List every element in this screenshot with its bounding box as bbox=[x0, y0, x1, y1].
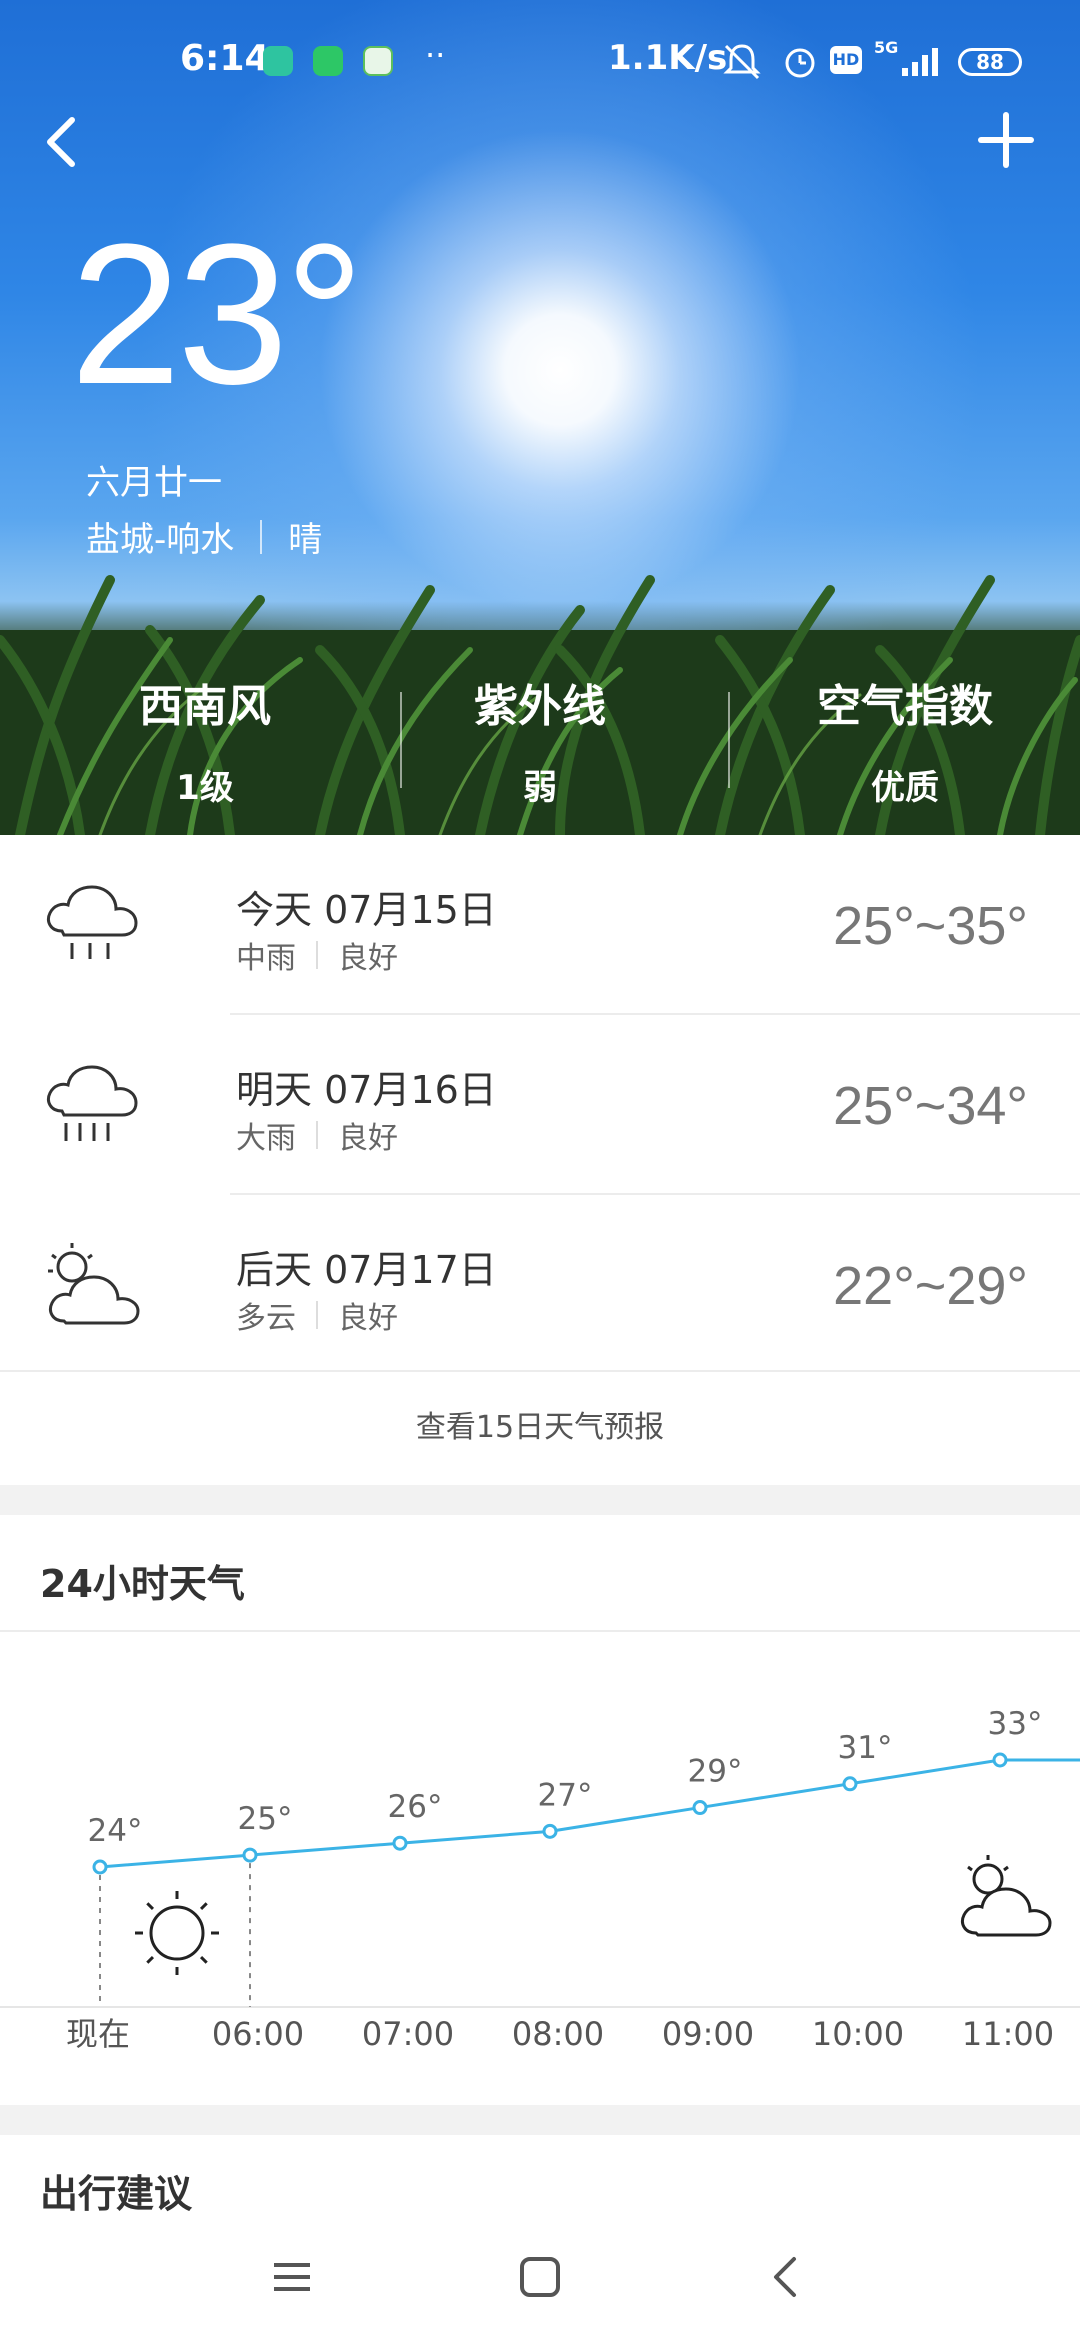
status-bar: 6:14 ·· 1.1K/s HD 5G 88 bbox=[0, 0, 1080, 120]
forecast-air: 良好 bbox=[338, 941, 398, 976]
signal-icon bbox=[900, 44, 944, 87]
forecast-date: 后天 07月17日 bbox=[236, 1248, 497, 1292]
chevron-left-icon bbox=[774, 2257, 796, 2297]
forecast-date: 今天 07月15日 bbox=[236, 888, 497, 932]
chevron-left-icon bbox=[47, 117, 75, 167]
rain-cloud-icon bbox=[47, 885, 138, 959]
forecast-sub-divider bbox=[316, 1301, 318, 1329]
forecast-sub-divider bbox=[316, 941, 318, 969]
forecast-condition: 大雨 bbox=[236, 1121, 296, 1156]
alarm-icon bbox=[780, 42, 820, 89]
metric-value: 弱 bbox=[523, 768, 557, 808]
forecast-temp-range: 22°~29° bbox=[833, 1256, 1028, 1316]
chart-point bbox=[842, 1776, 858, 1792]
chart-point bbox=[242, 1847, 258, 1863]
view-15-day-forecast-link[interactable]: 查看15日天气预报 bbox=[0, 1370, 1080, 1485]
home-button[interactable] bbox=[510, 2247, 570, 2307]
add-city-button[interactable] bbox=[976, 110, 1036, 170]
sun-icon bbox=[135, 1891, 219, 1975]
forecast-temp-range: 25°~34° bbox=[833, 1076, 1028, 1136]
partly-cloudy-icon bbox=[961, 1855, 1052, 1937]
plus-icon bbox=[978, 112, 1034, 168]
chart-category-label: 现在 bbox=[66, 2015, 130, 2053]
app-icon-1 bbox=[263, 46, 293, 76]
location-divider bbox=[260, 519, 263, 554]
heavy-rain-cloud-icon bbox=[47, 1065, 138, 1141]
hourly-title: 24小时天气 bbox=[40, 1562, 245, 1606]
metric-value: 优质 bbox=[871, 768, 939, 808]
chart-value-label: 27° bbox=[538, 1777, 593, 1813]
square-icon bbox=[520, 2257, 560, 2297]
travel-title: 出行建议 bbox=[40, 2172, 193, 2216]
forecast-row-day-after[interactable]: 后天 07月17日 多云 良好 22°~29° bbox=[0, 1195, 1080, 1373]
forecast-air: 良好 bbox=[338, 1301, 398, 1336]
chart-value-label: 29° bbox=[688, 1754, 743, 1790]
current-temperature: 23° bbox=[70, 203, 364, 426]
forecast-sub: 中雨 良好 bbox=[236, 933, 398, 977]
forecast-date: 明天 07月16日 bbox=[236, 1068, 497, 1112]
forecast-sub-divider bbox=[316, 1121, 318, 1149]
chart-category-label: 09:00 bbox=[662, 2015, 754, 2053]
location-name: 盐城-响水 bbox=[86, 520, 235, 560]
forecast-sub: 多云 良好 bbox=[236, 1293, 398, 1337]
chart-category-label: 07:00 bbox=[362, 2015, 454, 2053]
chart-point bbox=[392, 1835, 408, 1851]
network-type: 5G bbox=[874, 38, 899, 57]
metric-label: 紫外线 bbox=[474, 681, 606, 732]
wifi-app-icon bbox=[363, 46, 393, 76]
metric-uv: 紫外线 弱 bbox=[360, 670, 720, 809]
back-button[interactable] bbox=[38, 110, 86, 174]
net-speed: 1.1K/s bbox=[608, 38, 728, 78]
chart-category-label: 06:00 bbox=[212, 2015, 304, 2053]
hero-header: 6:14 ·· 1.1K/s HD 5G 88 23° 六月廿一 盐城-响水 晴… bbox=[0, 0, 1080, 835]
chart-value-label: 24° bbox=[88, 1813, 143, 1849]
system-back-button[interactable] bbox=[756, 2247, 816, 2307]
chart-point bbox=[92, 1859, 108, 1875]
status-time: 6:14 bbox=[180, 38, 270, 79]
forecast-condition: 中雨 bbox=[236, 941, 296, 976]
chart-category-label: 11:00 bbox=[962, 2015, 1054, 2053]
recents-button[interactable] bbox=[262, 2247, 322, 2307]
metric-wind: 西南风 1级 bbox=[25, 670, 385, 809]
forecast-row-today[interactable]: 今天 07月15日 中雨 良好 25°~35° bbox=[0, 835, 1080, 1013]
lunar-date: 六月廿一 bbox=[86, 463, 222, 503]
metric-air-quality: 空气指数 优质 bbox=[725, 670, 1080, 809]
forecast-sub: 大雨 良好 bbox=[236, 1113, 398, 1157]
hourly-forecast-card: 24° 现在 25° 06:00 26° 07:00 27° 08:00 29° 09:00 31°… bbox=[0, 1515, 1080, 2105]
chart-point bbox=[992, 1752, 1008, 1768]
chart-category-label: 10:00 bbox=[812, 2015, 904, 2053]
forecast-condition: 多云 bbox=[236, 1301, 296, 1336]
location-row: 盐城-响水 晴 bbox=[86, 512, 322, 561]
more-notifications-icon: ·· bbox=[425, 36, 446, 74]
system-nav-bar bbox=[0, 2215, 1080, 2340]
chart-value-label: 26° bbox=[388, 1789, 443, 1825]
metric-label: 西南风 bbox=[139, 681, 271, 732]
metric-value: 1级 bbox=[176, 768, 234, 808]
hourly-title-divider bbox=[0, 1630, 1080, 1632]
chart-value-label: 33° bbox=[988, 1706, 1043, 1742]
metric-label: 空气指数 bbox=[817, 681, 993, 732]
partly-cloudy-icon bbox=[48, 1243, 140, 1325]
chart-category-label: 08:00 bbox=[512, 2015, 604, 2053]
daily-forecast-card: 今天 07月15日 中雨 良好 25°~35° 明天 07月16日 大雨 良好 … bbox=[0, 835, 1080, 1485]
forecast-air: 良好 bbox=[338, 1121, 398, 1156]
hero-metrics: 西南风 1级 紫外线 弱 空气指数 优质 bbox=[0, 670, 1080, 808]
battery-indicator: 88 bbox=[958, 48, 1022, 76]
forecast-row-tomorrow[interactable]: 明天 07月16日 大雨 良好 25°~34° bbox=[0, 1015, 1080, 1193]
mute-bell-icon bbox=[722, 42, 762, 89]
chart-point bbox=[692, 1800, 708, 1816]
chart-value-label: 31° bbox=[838, 1730, 893, 1766]
current-condition: 晴 bbox=[288, 520, 323, 560]
chart-point bbox=[542, 1823, 558, 1839]
forecast-temp-range: 25°~35° bbox=[833, 896, 1028, 956]
chart-value-label: 25° bbox=[238, 1801, 293, 1837]
menu-icon bbox=[274, 2263, 310, 2291]
hd-badge: HD bbox=[830, 46, 862, 74]
wechat-icon bbox=[313, 46, 343, 76]
